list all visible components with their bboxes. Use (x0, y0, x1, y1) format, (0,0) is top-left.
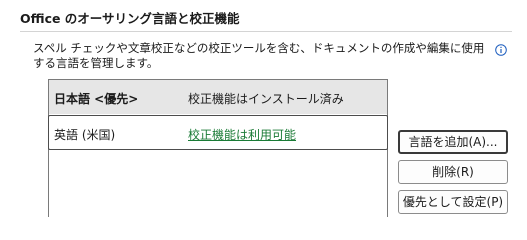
info-icon[interactable] (495, 41, 507, 56)
section-separator (20, 31, 512, 32)
proofing-languages-panel: Office のオーサリング言語と校正機能 スペル チェックや文章校正などの校正… (0, 0, 527, 217)
proofing-available-link[interactable]: 校正機能は利用可能 (188, 126, 296, 143)
language-row-english-us[interactable]: 英語 (米国) 校正機能は利用可能 (48, 115, 388, 150)
section-title: Office のオーサリング言語と校正機能 (20, 11, 240, 26)
language-status: 校正機能はインストール済み (188, 92, 344, 106)
language-row-japanese[interactable]: 日本語 <優先> 校正機能はインストール済み (49, 80, 387, 114)
set-preferred-button[interactable]: 優先として設定(P) (398, 190, 508, 214)
remove-language-button[interactable]: 削除(R) (398, 160, 508, 184)
language-name: 日本語 <優先> (54, 92, 139, 106)
language-list: 日本語 <優先> 校正機能はインストール済み 英語 (米国) 校正機能は利用可能 (48, 79, 388, 217)
add-language-button[interactable]: 言語を追加(A)... (398, 130, 508, 154)
section-description: スペル チェックや文章校正などの校正ツールを含む、ドキュメントの作成や編集に使用… (33, 41, 485, 70)
language-name: 英語 (米国) (54, 128, 116, 142)
